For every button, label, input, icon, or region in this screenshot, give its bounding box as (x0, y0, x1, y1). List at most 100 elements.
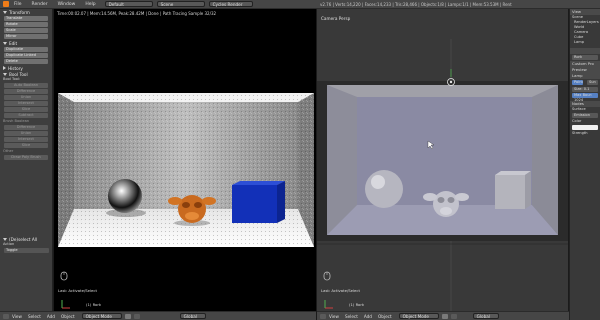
max-bounces-field[interactable]: Max Bour: 1024 (572, 93, 598, 102)
rotate-button[interactable]: Rotate (4, 22, 48, 27)
collapse-triangle-icon (3, 66, 6, 70)
grey-cube (495, 175, 525, 209)
orientation-selector[interactable]: Global (472, 313, 499, 319)
menu-select[interactable]: Select (25, 314, 44, 319)
menu-render[interactable]: Render (27, 2, 53, 7)
bottom-header-right: View Select Add Object Object Mode Globa… (317, 311, 569, 320)
menu-view[interactable]: View (326, 314, 342, 319)
surface-label: Surface (572, 107, 586, 111)
mode-value: Object Mode (402, 313, 429, 319)
camera-viewport[interactable]: Camera Persp Last: Activate/Select (1) R… (317, 9, 568, 311)
pivot-icon[interactable] (133, 313, 140, 319)
duplicate-button[interactable]: Duplicate (4, 47, 48, 52)
bool-tool-label: Bool Tool: (3, 77, 21, 81)
menu-add[interactable]: Add (44, 314, 58, 319)
menu-file[interactable]: File (9, 2, 27, 7)
auto-boolean-button[interactable]: Auto Boolean (4, 83, 48, 88)
render-scene (58, 93, 314, 247)
sun-lamp-tab[interactable]: Sun (587, 80, 598, 85)
translate-button[interactable]: Translate (4, 16, 48, 21)
object-name-field[interactable]: Rork (572, 55, 598, 60)
strength-label: Strength (572, 131, 588, 135)
blue-cube-side (277, 181, 285, 223)
expand-triangle-icon (3, 72, 7, 76)
grey-monkey-ear-right (455, 193, 469, 201)
menu-help[interactable]: Help (80, 2, 100, 7)
tool-shelf: Transform Translate Rotate Scale Mirror … (0, 9, 53, 311)
orientation-value: Global (476, 313, 490, 319)
view-tab[interactable]: View (572, 9, 581, 14)
scene-selector[interactable]: Scene (156, 1, 205, 7)
grey-cube-top (495, 171, 531, 175)
selected-object-text: (1) Rork (86, 302, 102, 307)
edit-panel-header[interactable]: Edit (0, 40, 52, 46)
expand-triangle-icon (3, 10, 7, 14)
duplicate-linked-button[interactable]: Duplicate Linked (4, 53, 48, 58)
mirror-button[interactable]: Mirror (4, 34, 48, 39)
bottom-header-left: View Select Add Object Object Mode Globa… (0, 311, 316, 320)
grey-monkey-ear-left (423, 193, 437, 201)
brush-union-button[interactable]: Union (4, 131, 48, 136)
expand-triangle-icon (3, 41, 7, 45)
menu-window[interactable]: Window (53, 2, 81, 7)
size-value: 0.1 (583, 87, 590, 91)
delete-button[interactable]: Delete (4, 59, 48, 64)
slice-button[interactable]: Slice (4, 107, 48, 112)
action-dropdown[interactable]: Toggle (4, 248, 49, 253)
union-button[interactable]: Union (4, 95, 48, 100)
color-swatch[interactable] (572, 125, 598, 130)
menu-object[interactable]: Object (58, 314, 78, 319)
expand-triangle-icon (3, 237, 7, 241)
difference-button[interactable]: Difference (4, 89, 48, 94)
scale-button[interactable]: Scale (4, 28, 48, 33)
render-engine-selector[interactable]: Cycles Render (208, 1, 253, 7)
outliner-item-lamp[interactable]: Lamp (570, 40, 600, 45)
shading-icon[interactable] (441, 313, 448, 319)
axis-gizmo-icon (324, 300, 333, 309)
sphere-highlight (371, 175, 385, 189)
pivot-icon[interactable] (450, 313, 457, 319)
action-label: Action (3, 242, 15, 246)
orientation-selector[interactable]: Global (179, 313, 206, 319)
menu-object[interactable]: Object (375, 314, 395, 319)
mouse-icon (323, 271, 331, 281)
grey-monkey-eye-right (447, 197, 455, 203)
orange-monkey-ear-left (168, 197, 182, 205)
draw-poly-brush-button[interactable]: Draw Poly Brush (4, 155, 48, 160)
last-operator-text: Last: Activate/Select (321, 288, 360, 293)
grey-cube-side (525, 171, 531, 209)
subtract-button[interactable]: Subtract (4, 113, 48, 118)
selected-object-text: (1) Rork (349, 302, 365, 307)
mode-selector[interactable]: Object Mode (398, 313, 439, 319)
menu-select[interactable]: Select (342, 314, 361, 319)
point-lamp-tab[interactable]: Point (572, 80, 583, 85)
grey-monkey-eye-left (437, 197, 445, 203)
lamp-type-tabs: Point Sun (570, 79, 600, 86)
shading-icon[interactable] (124, 313, 131, 319)
viewport-scene (317, 39, 568, 311)
grey-sphere (365, 170, 403, 208)
brush-slice-button[interactable]: Slice (4, 143, 48, 148)
transform-panel-header[interactable]: Transform (0, 9, 52, 15)
lamp-size-field[interactable]: Size: 0.1 (572, 87, 598, 92)
rendered-viewport[interactable]: Time:00:02.07 | Mem:14.56M, Peak:28.42M … (54, 9, 316, 311)
orange-monkey-muzzle (185, 212, 199, 220)
brush-difference-button[interactable]: Difference (4, 125, 48, 130)
render-engine-value: Cycles Render (212, 1, 243, 7)
blue-cube (232, 185, 277, 223)
intersect-button[interactable]: Intersect (4, 101, 48, 106)
layout-selector[interactable]: Default (104, 1, 153, 7)
orientation-value: Global (183, 313, 197, 319)
properties-tabs-bar (570, 48, 600, 54)
surface-dropdown[interactable]: Emission (572, 113, 598, 118)
layout-value: Default (108, 1, 124, 7)
menu-add[interactable]: Add (361, 314, 375, 319)
properties-panel: View Scene RenderLayers World Camera Cub… (569, 9, 600, 320)
brush-intersect-button[interactable]: Intersect (4, 137, 48, 142)
blue-cube-top (232, 181, 285, 185)
top-menu-bar: File Render Window Help Default Scene Cy… (0, 0, 600, 9)
lamp-center-icon (449, 80, 453, 84)
mode-value: Object Mode (85, 313, 112, 319)
menu-view[interactable]: View (9, 314, 25, 319)
mode-selector[interactable]: Object Mode (81, 313, 122, 319)
